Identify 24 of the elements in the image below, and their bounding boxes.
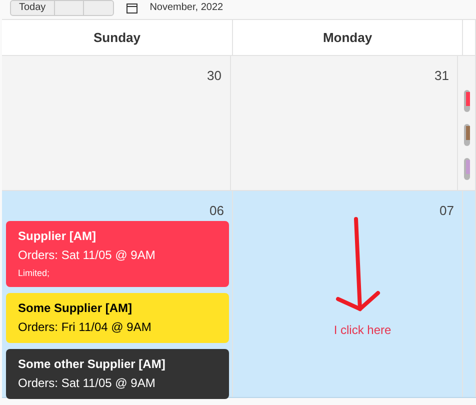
- date-number: 07: [440, 202, 454, 220]
- event-card[interactable]: Some other Supplier [AM] Orders: Sat 11/05 @ 9AM: [6, 348, 229, 398]
- event-note: Limited;: [18, 266, 51, 280]
- event-card[interactable]: [464, 90, 470, 112]
- date-number: 31: [434, 67, 449, 85]
- event-card[interactable]: Supplier [AM] Orders: Sat 11/05 @ 9AM Limited;: [6, 220, 229, 286]
- date-number: 06: [210, 202, 224, 220]
- event-detail: Orders: Sat 11/05 @ 9AM: [18, 246, 156, 264]
- event-detail: Orders: Sat 11/05 @ 9AM: [18, 374, 156, 392]
- month-label: November, 2022: [150, 2, 224, 14]
- event-title: Some other Supplier [AM]: [18, 356, 166, 372]
- event-card[interactable]: [464, 158, 470, 180]
- day-heading: Monday: [322, 28, 372, 47]
- event-card[interactable]: Some Supplier [AM] Orders: Fri 11/04 @ 9AM: [6, 292, 229, 342]
- day-heading: Sunday: [94, 28, 140, 47]
- event-title: Some Supplier [AM]: [18, 300, 134, 316]
- event-card[interactable]: [464, 124, 470, 146]
- week-row[interactable]: 30 31: [2, 56, 476, 191]
- calendar-icon: [126, 2, 138, 14]
- annotation-text: I click here: [334, 322, 392, 339]
- event-detail: Orders: Fri 11/04 @ 9AM: [18, 318, 152, 336]
- week-row[interactable]: 06 Supplier [AM] Orders: Sat 11/05 @ 9AM Limited; Some Supplier [AM] Orders: Fri 11/04 @ 9AM Some other Supplier [AM] Orders: Sat 11/05 @ 9AM 07 I click here: [2, 191, 476, 398]
- event-title: Supplier [AM]: [18, 228, 97, 244]
- date-number: 30: [207, 67, 222, 85]
